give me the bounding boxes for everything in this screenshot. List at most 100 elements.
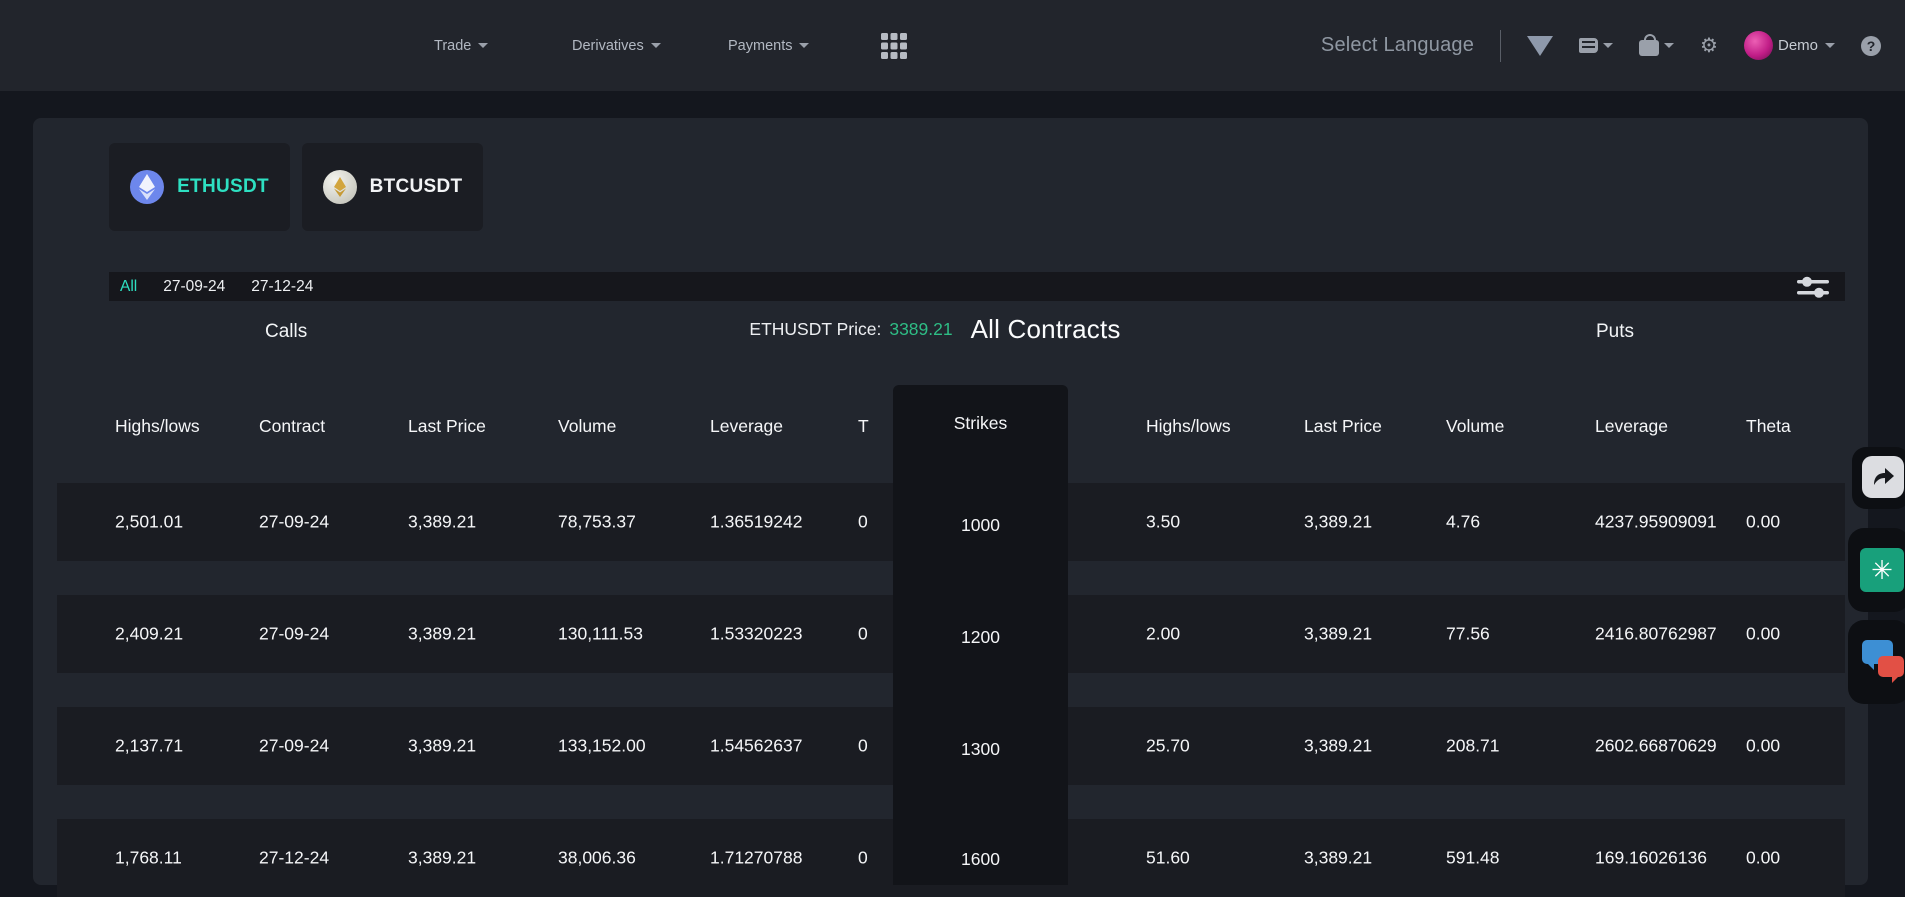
col-puts-theta: Theta (1746, 416, 1791, 436)
col-calls-contract: Contract (259, 416, 326, 436)
nav-payments-label: Payments (728, 37, 793, 54)
calls-volume: 133,152.00 (558, 735, 646, 756)
calls-volume: 78,753.37 (558, 511, 636, 532)
puts-highs-lows: 51.60 (1146, 847, 1190, 868)
calls-last-price: 3,389.21 (408, 623, 477, 644)
pair-button-btcusdt[interactable]: BTCUSDT (302, 143, 483, 231)
strike-value: 1600 (961, 849, 1000, 869)
calls-contract: 27-09-24 (259, 735, 330, 756)
puts-theta: 0.00 (1746, 623, 1781, 644)
puts-leverage: 169.16026136 (1595, 847, 1707, 868)
puts-last-price: 3,389.21 (1304, 735, 1373, 756)
calls-theta: 0 (858, 623, 868, 644)
chevron-down-icon (478, 43, 489, 48)
puts-last-price: 3,389.21 (1304, 623, 1373, 644)
puts-theta: 0.00 (1746, 511, 1781, 532)
pair-button-ethusdt[interactable]: ETHUSDT (109, 143, 290, 231)
strike-value: 1300 (961, 739, 1000, 759)
page-title: All Contracts (970, 314, 1121, 344)
chat-widget-icon[interactable] (1860, 638, 1905, 686)
puts-theta: 0.00 (1746, 735, 1781, 756)
puts-leverage: 4237.95909091 (1595, 511, 1717, 532)
strike-value: 1000 (961, 515, 1000, 535)
wallet-menu[interactable] (1639, 33, 1675, 56)
puts-leverage: 2602.66870629 (1595, 735, 1717, 756)
pair-label: ETHUSDT (177, 176, 269, 197)
col-calls-last-price: Last Price (408, 416, 486, 436)
header-right-controls: Select Language ⚙ Demo (1321, 0, 1881, 91)
expiry-tabbar: All 27-09-24 27-12-24 (109, 272, 1845, 301)
calls-volume: 130,111.53 (558, 623, 643, 644)
col-calls-volume: Volume (558, 416, 617, 436)
puts-highs-lows: 25.70 (1146, 735, 1190, 756)
wallet-icon (1639, 33, 1660, 56)
chat-widget (1848, 620, 1905, 704)
puts-theta: 0.00 (1746, 847, 1781, 868)
calls-highs-lows: 2,137.71 (115, 735, 184, 756)
eth-icon (130, 170, 165, 204)
share-widget (1852, 447, 1905, 509)
puts-volume: 4.76 (1446, 511, 1481, 532)
tab-27-09-24[interactable]: 27-09-24 (163, 278, 225, 296)
user-menu[interactable]: Demo (1743, 31, 1835, 60)
puts-last-price: 3,389.21 (1304, 511, 1373, 532)
chevron-down-icon (799, 43, 810, 48)
strikes-column: Strikes 1000 1200 1300 1600 (893, 385, 1068, 885)
puts-highs-lows: 3.50 (1146, 511, 1181, 532)
nav-derivatives[interactable]: Derivatives (572, 0, 661, 91)
calls-theta: 0 (858, 847, 868, 868)
calls-leverage: 1.71270788 (710, 847, 803, 868)
nav-derivatives-label: Derivatives (572, 37, 644, 54)
chevron-down-icon (650, 43, 661, 48)
top-nav-bar: Trade Derivatives Payments Select Langua… (0, 0, 1905, 91)
col-puts-leverage: Leverage (1595, 416, 1668, 436)
col-puts-volume: Volume (1446, 416, 1505, 436)
chevron-down-icon (1603, 43, 1614, 48)
calls-leverage: 1.36519242 (710, 511, 803, 532)
calls-leverage: 1.54562637 (710, 735, 803, 756)
calls-last-price: 3,389.21 (408, 847, 477, 868)
chevron-down-icon (1825, 43, 1835, 48)
puts-title: Puts (1596, 321, 1635, 342)
avatar (1743, 31, 1773, 60)
col-calls-theta: T (858, 416, 869, 436)
calls-contract: 27-12-24 (259, 847, 330, 868)
calls-theta: 0 (858, 511, 868, 532)
chatgpt-icon[interactable] (1860, 548, 1904, 592)
puts-leverage: 2416.80762987 (1595, 623, 1717, 644)
filter-sliders-icon[interactable] (1793, 274, 1833, 302)
pair-label: BTCUSDT (369, 176, 463, 197)
share-icon[interactable] (1862, 456, 1904, 498)
calls-highs-lows: 1,768.11 (115, 847, 182, 868)
tab-27-12-24[interactable]: 27-12-24 (251, 278, 313, 296)
calls-theta: 0 (858, 735, 868, 756)
puts-volume: 591.48 (1446, 847, 1500, 868)
options-panel: ETHUSDT BTCUSDT All 27-09-24 27-12-24 Ca… (33, 118, 1868, 897)
col-calls-highs-lows: Highs/lows (115, 416, 200, 436)
tab-all[interactable]: All (120, 278, 137, 296)
strikes-header: Strikes (953, 413, 1008, 433)
nav-trade[interactable]: Trade (434, 0, 489, 91)
language-triangle-icon[interactable] (1527, 35, 1554, 56)
puts-volume: 208.71 (1446, 735, 1500, 756)
language-selector[interactable]: Select Language (1321, 34, 1474, 57)
chatgpt-widget (1848, 528, 1905, 612)
price-value: 3389.21 (889, 319, 953, 339)
orderbook-icon (1579, 38, 1599, 53)
header-divider (1500, 29, 1502, 62)
col-puts-last-price: Last Price (1304, 416, 1382, 436)
nav-payments[interactable]: Payments (728, 0, 810, 91)
calls-leverage: 1.53320223 (710, 623, 803, 644)
calls-contract: 27-09-24 (259, 623, 330, 644)
btc-icon (322, 170, 357, 204)
apps-grid-icon[interactable] (881, 33, 907, 64)
price-label: ETHUSDT Price: (749, 319, 882, 339)
settings-gear-icon[interactable]: ⚙ (1700, 33, 1718, 58)
calls-highs-lows: 2,409.21 (115, 623, 184, 644)
puts-volume: 77.56 (1446, 623, 1490, 644)
strike-value: 1200 (961, 627, 1000, 647)
help-icon[interactable] (1861, 35, 1881, 56)
orderbook-menu[interactable] (1579, 38, 1614, 53)
calls-highs-lows: 2,501.01 (115, 511, 184, 532)
nav-trade-label: Trade (434, 37, 472, 54)
